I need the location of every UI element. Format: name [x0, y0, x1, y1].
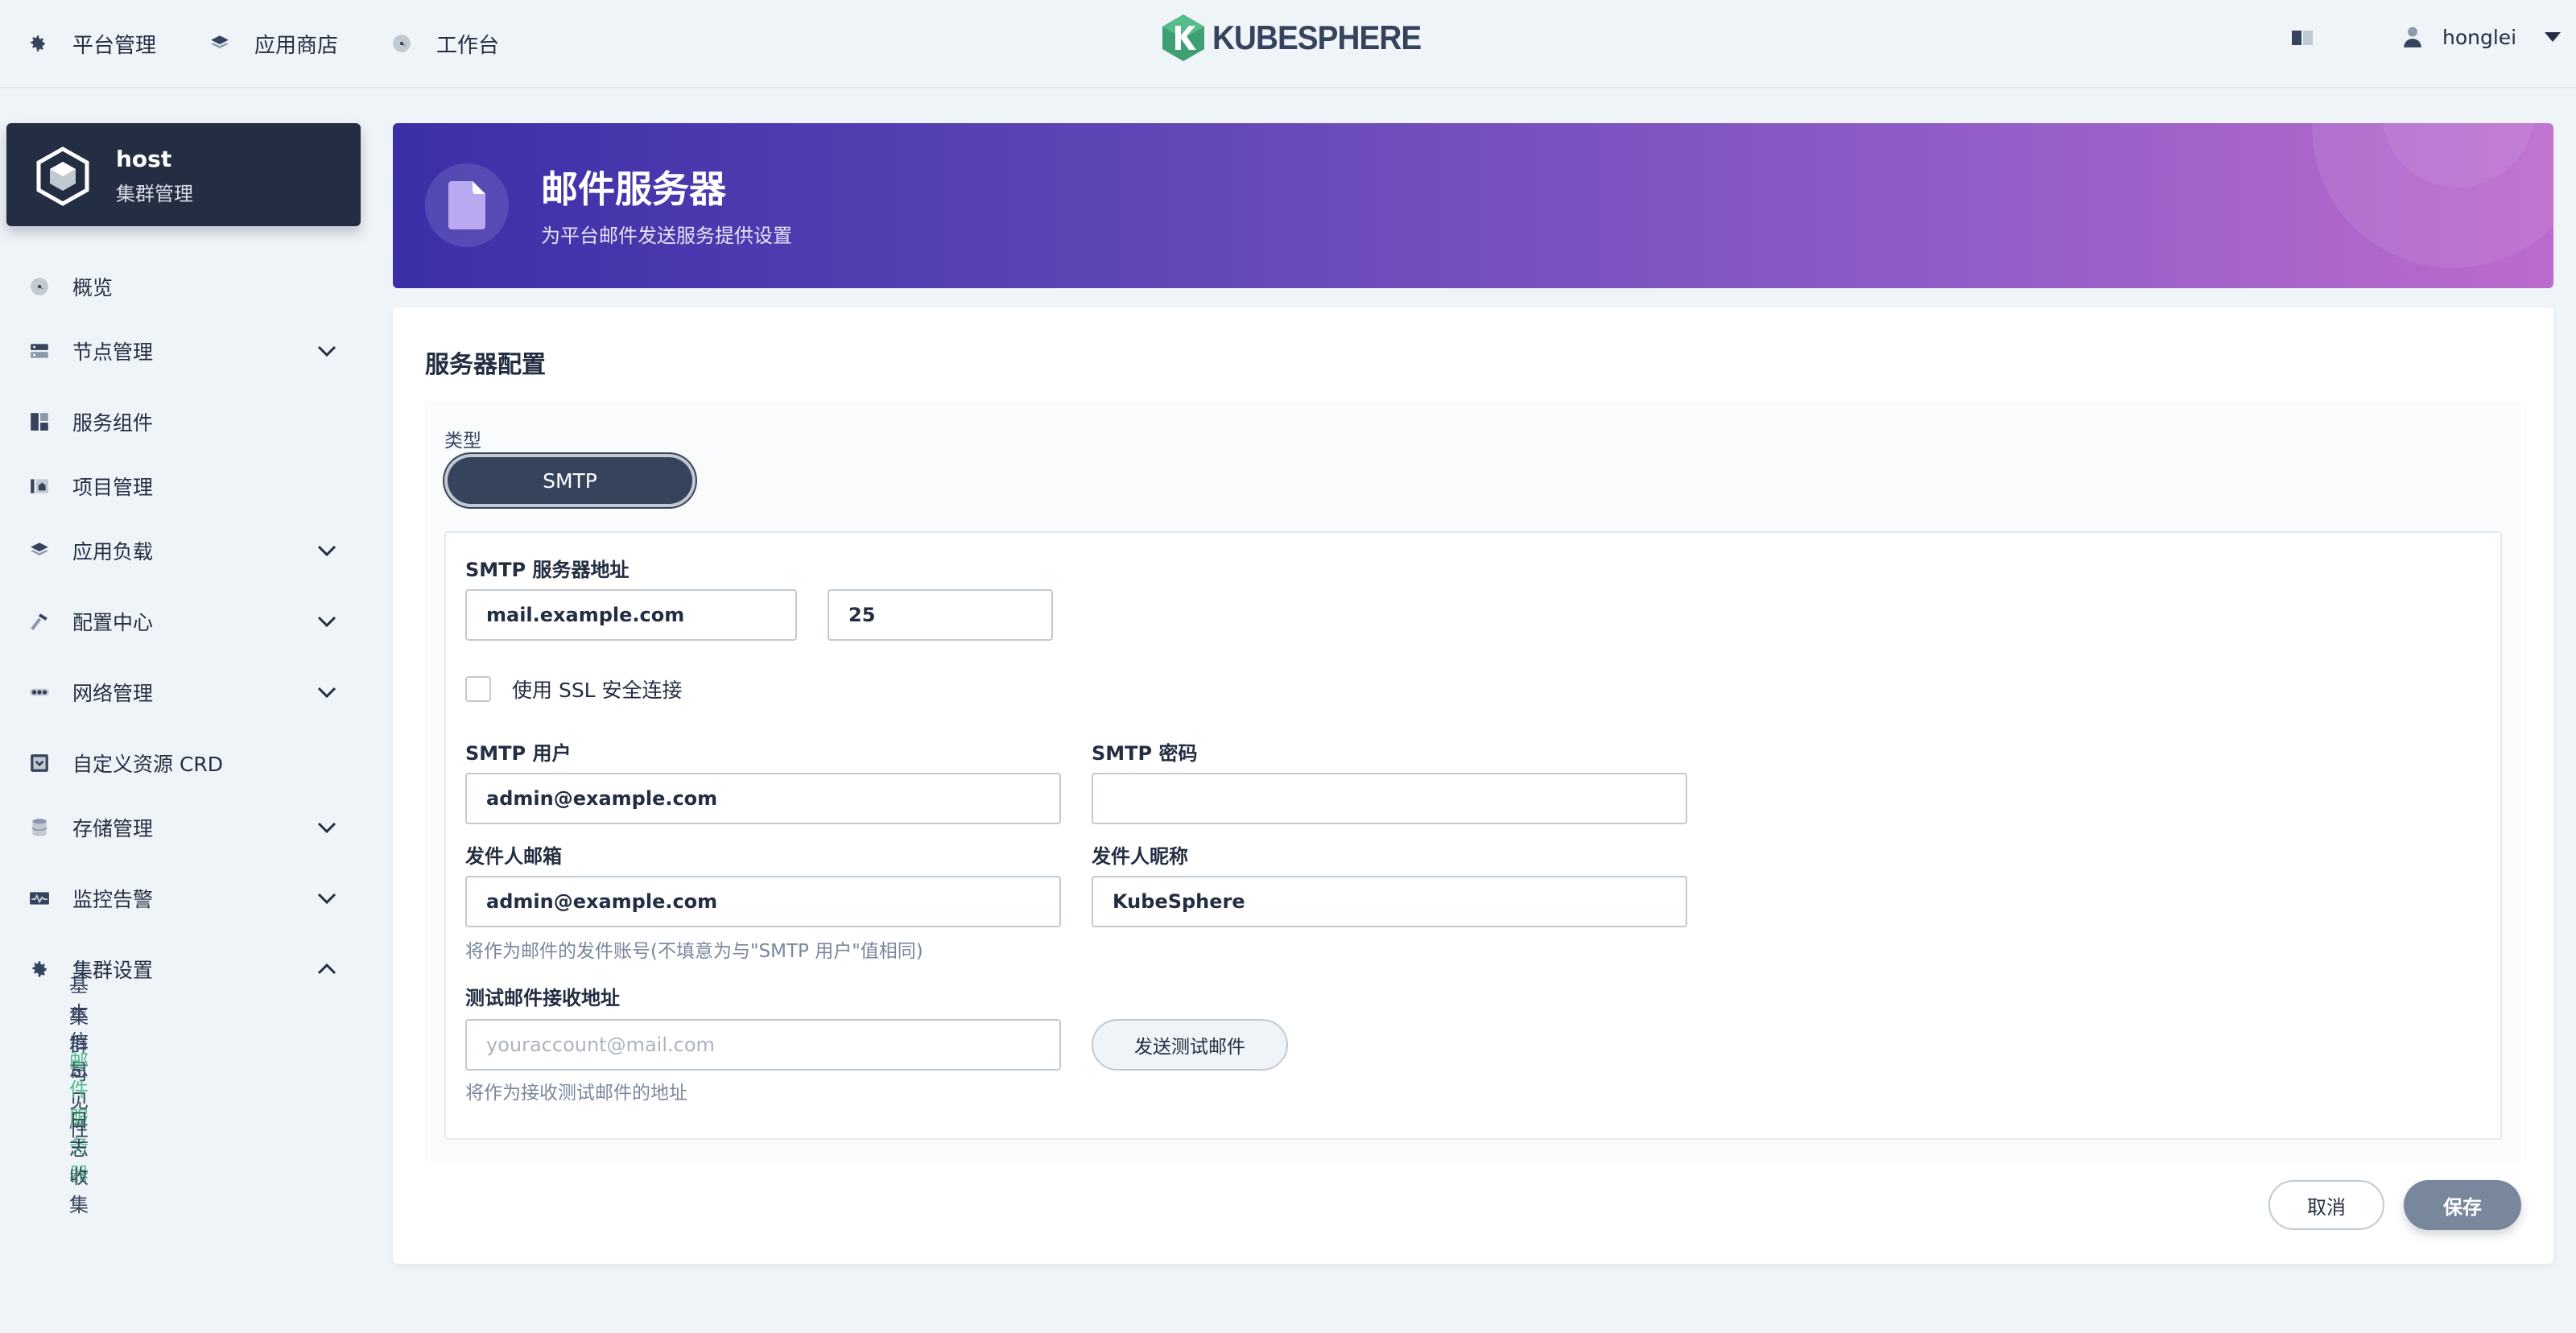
sidebar-item-label: 网络管理	[72, 682, 154, 705]
kubesphere-logo-icon	[1162, 14, 1204, 61]
sidebar-item-projects[interactable]: 项目管理	[29, 468, 348, 504]
sidebar-item-label: 项目管理	[72, 476, 154, 499]
sender-name-label: 发件人昵称	[1092, 845, 1188, 868]
crd-icon	[31, 754, 48, 772]
sidebar-item-network[interactable]: 网络管理	[29, 675, 348, 710]
page-banner: 邮件服务器 为平台邮件发送服务提供设置	[393, 123, 2553, 288]
type-label: 类型	[444, 431, 481, 452]
sidebar-item-label: 配置中心	[72, 611, 154, 634]
network-icon	[30, 688, 49, 696]
sidebar-subitem-log-collection[interactable]: 日志收集	[69, 1109, 89, 1216]
sidebar-item-monitoring[interactable]: 监控告警	[29, 881, 348, 916]
sidebar-item-nodes[interactable]: 节点管理	[29, 333, 348, 369]
monitor-icon	[30, 892, 49, 905]
sidebar-item-label: 节点管理	[72, 340, 154, 364]
sidebar-item-label: 自定义资源 CRD	[72, 753, 224, 776]
hammer-icon	[31, 613, 47, 630]
user-icon	[2404, 27, 2421, 47]
sidebar-item-label: 存储管理	[72, 817, 154, 840]
sidebar-item-storage[interactable]: 存储管理	[29, 810, 348, 845]
sender-email-hint: 将作为邮件的发件账号(不填意为与"SMTP 用户"值相同)	[465, 941, 923, 962]
page-title: 邮件服务器	[541, 167, 726, 211]
ssl-label: 使用 SSL 安全连接	[512, 679, 683, 702]
nav-label: 应用商店	[254, 33, 339, 58]
nav-platform-management[interactable]: 平台管理	[27, 24, 156, 63]
logo-text: KUBESPHERE	[1212, 19, 1422, 56]
test-email-hint: 将作为接收测试邮件的地址	[465, 1083, 687, 1104]
gear-icon	[32, 961, 47, 977]
sender-name-input[interactable]	[1092, 876, 1687, 927]
layers-icon	[211, 35, 229, 48]
sender-email-label: 发件人邮箱	[465, 845, 562, 868]
smtp-server-label: SMTP 服务器地址	[465, 559, 630, 581]
sidebar-item-overview[interactable]: 概览	[29, 269, 348, 304]
document-icon	[448, 181, 485, 229]
sidebar-item-label: 应用负载	[72, 540, 154, 563]
smtp-settings-box: SMTP 服务器地址 使用 SSL 安全连接 SMTP 用户 SMTP 密码 发…	[444, 531, 2502, 1140]
nav-app-store[interactable]: 应用商店	[209, 24, 338, 63]
cluster-name: host	[116, 146, 172, 172]
project-icon	[31, 479, 48, 493]
banner-icon-wrap	[425, 163, 509, 247]
chevron-down-icon	[317, 345, 336, 357]
chevron-down-icon	[317, 545, 336, 556]
user-menu[interactable]: honglei	[2402, 23, 2562, 52]
sender-email-input[interactable]	[465, 876, 1061, 927]
server-icon	[31, 344, 48, 358]
smtp-user-label: SMTP 用户	[465, 742, 572, 765]
chevron-down-icon	[317, 687, 336, 698]
sidebar-item-label: 监控告警	[72, 888, 154, 911]
sidebar-item-config-center[interactable]: 配置中心	[29, 604, 348, 639]
caret-down-icon	[2545, 32, 2562, 42]
username: honglei	[2442, 25, 2517, 49]
cluster-subtitle: 集群管理	[116, 183, 193, 205]
cluster-icon	[36, 147, 89, 206]
sidebar-item-crd[interactable]: 自定义资源 CRD	[29, 745, 348, 781]
smtp-password-label: SMTP 密码	[1092, 742, 1198, 765]
server-config-form: 类型 SMTP SMTP 服务器地址 使用 SSL 安全连接 SMTP 用户 S…	[425, 401, 2521, 1162]
kubesphere-logo[interactable]: KUBESPHERE	[1162, 13, 1439, 63]
layers-icon	[31, 543, 48, 555]
dashboard-icon	[31, 278, 48, 295]
cancel-button[interactable]: 取消	[2268, 1180, 2384, 1230]
gear-icon	[31, 35, 45, 52]
sidebar-item-workloads[interactable]: 应用负载	[29, 533, 348, 568]
sidebar-item-label: 服务组件	[72, 411, 154, 435]
sidebar-item-components[interactable]: 服务组件	[29, 404, 348, 440]
components-icon	[31, 413, 48, 431]
page-description: 为平台邮件发送服务提供设置	[541, 225, 792, 247]
top-navigation: 平台管理 应用商店 工作台 KUBESPHERE honglei	[0, 0, 2576, 89]
test-email-label: 测试邮件接收地址	[465, 987, 620, 1009]
test-email-input[interactable]	[465, 1019, 1061, 1071]
cluster-card[interactable]: host 集群管理	[6, 123, 361, 226]
chevron-down-icon	[317, 893, 336, 904]
settings-card: 服务器配置 类型 SMTP SMTP 服务器地址 使用 SSL 安全连接 SMT…	[393, 307, 2553, 1264]
smtp-password-input[interactable]	[1092, 773, 1687, 824]
smtp-server-input[interactable]	[465, 589, 797, 641]
ssl-checkbox[interactable]	[465, 676, 491, 702]
send-test-email-button[interactable]: 发送测试邮件	[1092, 1019, 1288, 1071]
save-button[interactable]: 保存	[2404, 1180, 2521, 1230]
section-title: 服务器配置	[425, 351, 546, 379]
chevron-up-icon	[317, 964, 336, 975]
smtp-user-input[interactable]	[465, 773, 1061, 824]
dashboard-icon	[393, 35, 411, 52]
chevron-down-icon	[317, 616, 336, 627]
chevron-down-icon	[317, 822, 336, 833]
database-icon	[31, 819, 47, 836]
nav-workbench[interactable]: 工作台	[391, 24, 499, 63]
book-icon[interactable]	[2291, 29, 2314, 47]
type-smtp-option[interactable]: SMTP	[444, 454, 696, 507]
sidebar-item-label: 概览	[72, 276, 114, 299]
smtp-port-input[interactable]	[828, 589, 1053, 641]
nav-label: 平台管理	[72, 33, 157, 58]
nav-label: 工作台	[436, 33, 500, 58]
